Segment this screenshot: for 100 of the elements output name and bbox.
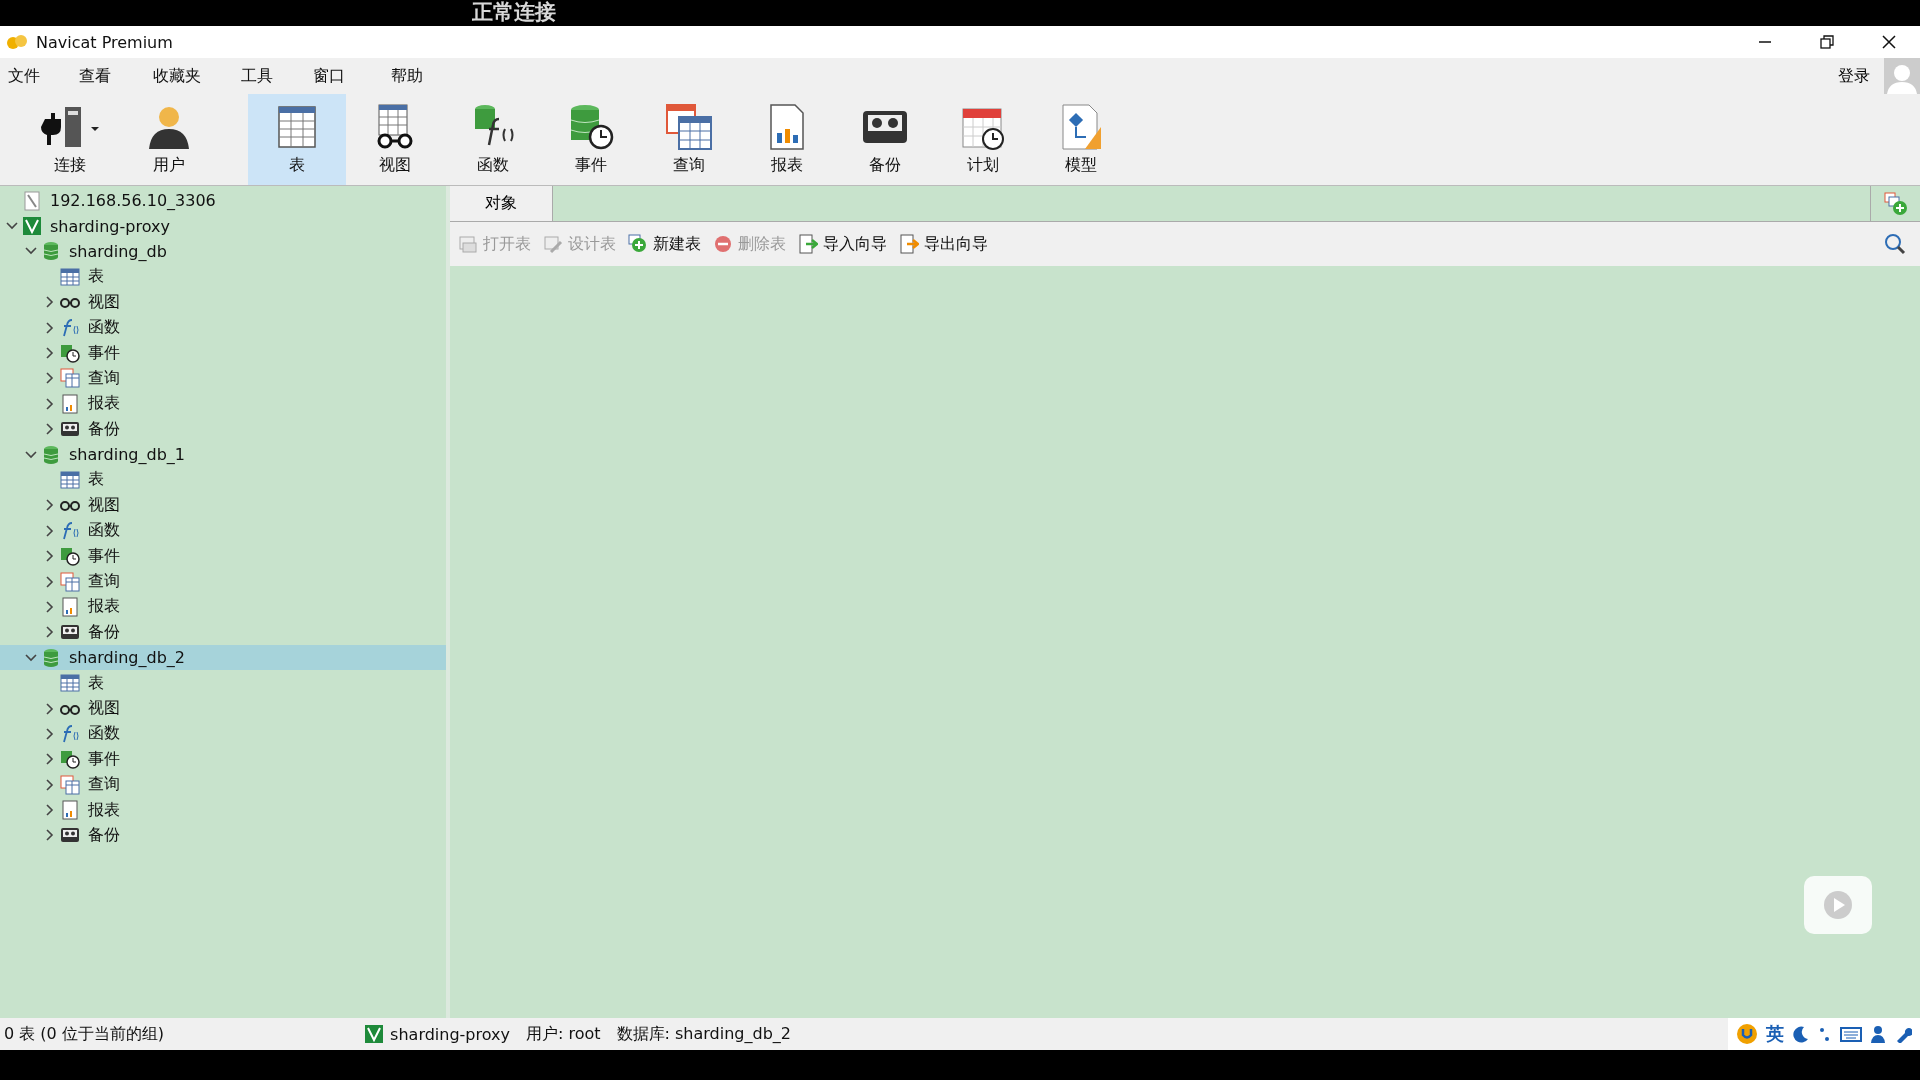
tree-row[interactable]: 报表	[0, 797, 446, 823]
tree-item-label: 事件	[88, 748, 120, 770]
person-icon	[1870, 1025, 1886, 1043]
tree-row[interactable]: 视图	[0, 492, 446, 519]
tree-row[interactable]: 查询	[0, 365, 446, 392]
chevron-right-icon	[44, 499, 56, 512]
tree-row[interactable]: sharding_db	[0, 238, 446, 265]
tree-row[interactable]: 192.168.56.10_3306	[0, 188, 446, 214]
tree-row[interactable]: 函数	[0, 314, 446, 341]
tree-row[interactable]: 报表	[0, 594, 446, 620]
toolbar-button[interactable]: 连接	[20, 94, 120, 185]
tree-item-label: 查询	[88, 367, 120, 389]
toolbar-button[interactable]: 事件	[542, 94, 640, 185]
tree-row[interactable]: 表	[0, 467, 446, 493]
tree-row[interactable]: 报表	[0, 391, 446, 417]
status-user: 用户: root	[526, 1023, 601, 1045]
login-link[interactable]: 登录	[1832, 64, 1876, 88]
tree-item-label: sharding_db	[69, 241, 167, 261]
moon-icon	[1792, 1025, 1810, 1043]
tab[interactable]: 对象	[450, 186, 553, 221]
menu-item[interactable]: 查看	[79, 65, 111, 87]
function-icon	[60, 317, 80, 338]
tree-row[interactable]: 视图	[0, 289, 446, 315]
chevron-right-icon	[44, 550, 56, 563]
toolbar-button[interactable]: 函数	[444, 94, 542, 185]
toolbar-button[interactable]: 用户	[120, 94, 218, 185]
chevron-right-icon	[44, 397, 56, 410]
tree-item-label: 函数	[88, 723, 120, 745]
keyboard-icon	[1840, 1025, 1862, 1043]
tree-row[interactable]: sharding-proxy	[0, 213, 446, 239]
ime-logo-icon	[1736, 1023, 1758, 1045]
chevron-right-icon	[44, 804, 56, 817]
punctuation-icon	[1818, 1025, 1832, 1043]
tree-row[interactable]: sharding_db_1	[0, 441, 446, 468]
report-icon	[60, 800, 80, 821]
tree-item-label: 备份	[88, 824, 120, 846]
tree-row[interactable]: 表	[0, 264, 446, 290]
tree-item-label: 查询	[88, 774, 120, 796]
play-button[interactable]	[1804, 876, 1872, 934]
toolbar-button[interactable]: 查询	[640, 94, 738, 185]
ime-language-label[interactable]: 英	[1766, 1022, 1784, 1046]
toolbar-button[interactable]: 视图	[346, 94, 444, 185]
chevron-right-icon	[44, 423, 56, 436]
tree-item-label: 视图	[88, 494, 120, 516]
table-icon	[60, 266, 80, 287]
tree-item-label: 报表	[88, 596, 120, 618]
table-icon	[60, 673, 80, 694]
tree-row[interactable]: 视图	[0, 695, 446, 722]
toolbar-button[interactable]: 模型	[1032, 94, 1130, 185]
chevron-right-icon	[44, 778, 56, 791]
tree-item-label: 报表	[88, 393, 120, 415]
tree-row[interactable]: 事件	[0, 746, 446, 772]
report-icon	[60, 393, 80, 414]
app-logo-icon	[6, 33, 28, 51]
chevron-right-icon	[44, 753, 56, 766]
tree-row[interactable]: 事件	[0, 543, 446, 569]
tree-item-label: 备份	[88, 418, 120, 440]
table-pencil-icon	[543, 234, 563, 254]
tree-row[interactable]: 查询	[0, 772, 446, 798]
status-connection: sharding-proxy	[390, 1024, 510, 1044]
add-table-icon	[1883, 191, 1908, 216]
tree-item-label: 报表	[88, 799, 120, 821]
tree-row[interactable]: 事件	[0, 340, 446, 366]
tree-row[interactable]: 表	[0, 670, 446, 696]
tree-row[interactable]: 备份	[0, 416, 446, 442]
function-icon	[60, 723, 80, 744]
object-toolbar-button[interactable]: 导出向导	[899, 233, 988, 255]
tree-item-label: 事件	[88, 342, 120, 364]
chevron-right-icon	[44, 296, 56, 309]
tree-item-label: 备份	[88, 621, 120, 643]
menu-item[interactable]: 帮助	[391, 65, 423, 87]
toolbar-button[interactable]: 报表	[738, 94, 836, 185]
object-toolbar-button[interactable]: 导入向导	[798, 233, 887, 255]
tree-row[interactable]: 函数	[0, 721, 446, 747]
chevron-right-icon	[44, 575, 56, 588]
search-icon	[1884, 233, 1906, 255]
tree-item-label: 表	[88, 266, 104, 288]
menu-item[interactable]: 文件	[8, 65, 40, 87]
menu-item[interactable]: 收藏夹	[153, 65, 201, 87]
play-icon	[1823, 890, 1853, 920]
tree-row[interactable]: 备份	[0, 822, 446, 849]
tree-row[interactable]: 查询	[0, 568, 446, 595]
tree-row[interactable]: sharding_db_2	[0, 645, 446, 671]
export-icon	[899, 234, 919, 254]
tree-item-label: 事件	[88, 545, 120, 567]
tree-row[interactable]: 备份	[0, 619, 446, 646]
tree-row[interactable]: 函数	[0, 518, 446, 544]
clock-icon	[60, 546, 80, 567]
database-icon	[41, 647, 61, 668]
toolbar-button[interactable]: 备份	[836, 94, 934, 185]
status-database: 数据库: sharding_db_2	[616, 1023, 791, 1045]
tree-item-label: 表	[88, 672, 104, 694]
menu-item[interactable]: 窗口	[313, 65, 345, 87]
server-icon	[22, 190, 42, 211]
toolbar-button[interactable]: 计划	[934, 94, 1032, 185]
query-icon	[60, 571, 80, 592]
table-icon	[60, 470, 80, 490]
toolbar-button[interactable]: 表	[248, 94, 346, 185]
menu-item[interactable]: 工具	[241, 65, 273, 87]
object-toolbar-button[interactable]: 新建表	[628, 233, 701, 255]
